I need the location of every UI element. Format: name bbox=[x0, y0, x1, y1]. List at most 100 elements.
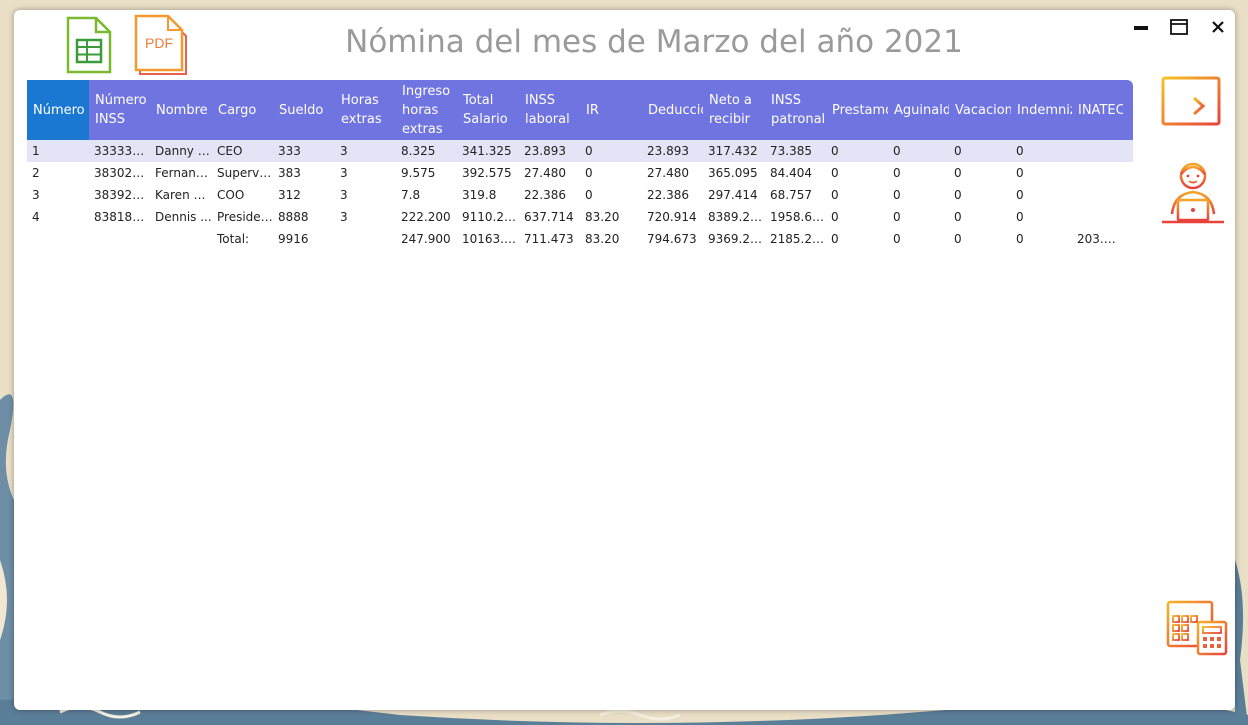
table-cell: 0 bbox=[893, 232, 901, 246]
column-header[interactable]: Sueldo bbox=[273, 80, 335, 140]
table-cell: 317.432 bbox=[708, 144, 758, 158]
table-cell: 0 bbox=[585, 166, 593, 180]
table-cell: 4 bbox=[32, 210, 40, 224]
table-cell: 0 bbox=[831, 188, 839, 202]
table-cell bbox=[1072, 184, 1123, 206]
export-excel-button[interactable] bbox=[66, 16, 112, 79]
table-cell: 392.575 bbox=[462, 166, 512, 180]
table-cell: 2185.239 bbox=[770, 232, 826, 246]
column-header[interactable]: Ingreso horas extras bbox=[396, 80, 457, 140]
table-cell: 383923... bbox=[94, 188, 150, 202]
table-cell: 84.404 bbox=[770, 166, 812, 180]
table-cell: 0 bbox=[831, 144, 839, 158]
calendar-calculator-icon bbox=[1166, 597, 1228, 656]
table-cell: 10163.900 bbox=[462, 232, 519, 246]
table-cell: 8888 bbox=[278, 210, 309, 224]
table-cell: 0 bbox=[893, 188, 901, 202]
column-header[interactable]: Indemnización bbox=[1011, 80, 1072, 140]
column-header[interactable]: Aguinaldo bbox=[888, 80, 949, 140]
table-cell: 9110.200 bbox=[462, 210, 519, 224]
column-header[interactable]: Número INSS bbox=[89, 80, 150, 140]
column-header[interactable]: IR bbox=[580, 80, 642, 140]
table-cell: 383 bbox=[278, 166, 301, 180]
table-cell: Supervis... bbox=[217, 166, 273, 180]
maximize-icon bbox=[1170, 19, 1188, 35]
table-cell: 0 bbox=[954, 144, 962, 158]
table-cell: 3 bbox=[340, 210, 348, 224]
table-cell: 0 bbox=[893, 144, 901, 158]
table-cell: 27.480 bbox=[647, 166, 689, 180]
table-cell: 0 bbox=[831, 210, 839, 224]
table-cell bbox=[1072, 162, 1123, 184]
table-cell: 0 bbox=[1016, 232, 1024, 246]
excel-icon bbox=[66, 16, 112, 74]
table-header: Número Número INSS Nombre Cargo Sueldo H… bbox=[27, 80, 1133, 140]
column-header[interactable]: Horas extras bbox=[335, 80, 396, 140]
column-header[interactable]: Deducciones bbox=[642, 80, 703, 140]
column-header[interactable]: Prestamo bbox=[826, 80, 888, 140]
table-cell bbox=[89, 228, 150, 250]
column-header[interactable]: Total Salario bbox=[457, 80, 519, 140]
table-body: 1 333333... Danny A... CEO 333 3 8.325 341.325 2… bbox=[27, 140, 1133, 250]
table-cell: 2 bbox=[32, 166, 40, 180]
column-header[interactable]: INATEC bbox=[1072, 80, 1123, 140]
total-row[interactable]: Total: 9916 247.900 10163.900 711.473 83.20 79… bbox=[27, 228, 1133, 250]
table-cell: 9.575 bbox=[401, 166, 436, 180]
column-header[interactable]: Número bbox=[27, 80, 89, 140]
table-cell: 222.200 bbox=[401, 210, 451, 224]
table-cell: 341.325 bbox=[462, 144, 512, 158]
table-cell: 73.385 bbox=[770, 144, 812, 158]
payroll-table[interactable]: Número Número INSS Nombre Cargo Sueldo H… bbox=[27, 80, 1133, 250]
table-cell: 0 bbox=[1016, 188, 1024, 202]
column-header[interactable]: INSS laboral bbox=[519, 80, 580, 140]
payroll-window: PDF Nómina del mes de Marzo del año 2021… bbox=[14, 10, 1235, 710]
table-cell bbox=[27, 228, 89, 250]
table-cell: 0 bbox=[1016, 144, 1024, 158]
table-cell: 8.325 bbox=[401, 144, 436, 158]
table-cell: CEO bbox=[217, 144, 243, 158]
table-row[interactable]: 4 83818033 Dennis ... Presiden... 8888 3 222.2… bbox=[27, 206, 1133, 228]
table-cell: 1 bbox=[32, 144, 40, 158]
table-cell bbox=[150, 228, 212, 250]
table-cell: 3 bbox=[340, 188, 348, 202]
table-cell: 3 bbox=[32, 188, 40, 202]
employees-button[interactable] bbox=[1160, 158, 1226, 233]
table-cell: 333 bbox=[278, 144, 301, 158]
change-period-button[interactable] bbox=[1160, 68, 1222, 133]
table-cell: 203.278 bbox=[1077, 232, 1123, 246]
table-cell: 0 bbox=[831, 232, 839, 246]
table-cell: COO bbox=[217, 188, 245, 202]
calendar-arrow-icon bbox=[1161, 71, 1221, 126]
column-header[interactable]: Neto a recibir bbox=[703, 80, 765, 140]
table-row[interactable]: 3 383923... Karen Pa... COO 312 3 7.8 319.8 22.3… bbox=[27, 184, 1133, 206]
table-cell: 68.757 bbox=[770, 188, 812, 202]
close-button[interactable] bbox=[1206, 15, 1230, 39]
table-row[interactable]: 1 333333... Danny A... CEO 333 3 8.325 341.325 2… bbox=[27, 140, 1133, 162]
minimize-button[interactable] bbox=[1129, 15, 1153, 39]
svg-text:PDF: PDF bbox=[145, 35, 173, 51]
column-header[interactable]: Nombre bbox=[150, 80, 212, 140]
table-cell: 3 bbox=[340, 144, 348, 158]
maximize-button[interactable] bbox=[1167, 15, 1191, 39]
export-pdf-button[interactable]: PDF bbox=[134, 14, 190, 81]
table-cell: 3 bbox=[340, 166, 348, 180]
table-cell: 22.386 bbox=[524, 188, 566, 202]
table-cell: 247.900 bbox=[401, 232, 451, 246]
table-cell: 0 bbox=[831, 166, 839, 180]
payroll-calculator-button[interactable] bbox=[1166, 594, 1230, 661]
table-cell: 9369.227 bbox=[708, 232, 765, 246]
table-cell: 0 bbox=[954, 210, 962, 224]
table-cell: 23.893 bbox=[524, 144, 566, 158]
table-cell: 297.414 bbox=[708, 188, 758, 202]
column-header[interactable]: Vacaciones bbox=[949, 80, 1011, 140]
column-header[interactable]: Cargo bbox=[212, 80, 273, 140]
table-cell: 0 bbox=[893, 210, 901, 224]
pdf-icon: PDF bbox=[134, 14, 187, 75]
table-cell: Karen Pa... bbox=[155, 188, 212, 202]
table-row[interactable]: 2 383023... Fernand... Supervis... 383 3 9.575… bbox=[27, 162, 1133, 184]
table-cell: 27.480 bbox=[524, 166, 566, 180]
table-cell: 7.8 bbox=[401, 188, 421, 202]
employee-laptop-icon bbox=[1162, 162, 1224, 224]
column-header[interactable]: INSS patronal bbox=[765, 80, 826, 140]
table-cell: 83.20 bbox=[585, 232, 620, 246]
